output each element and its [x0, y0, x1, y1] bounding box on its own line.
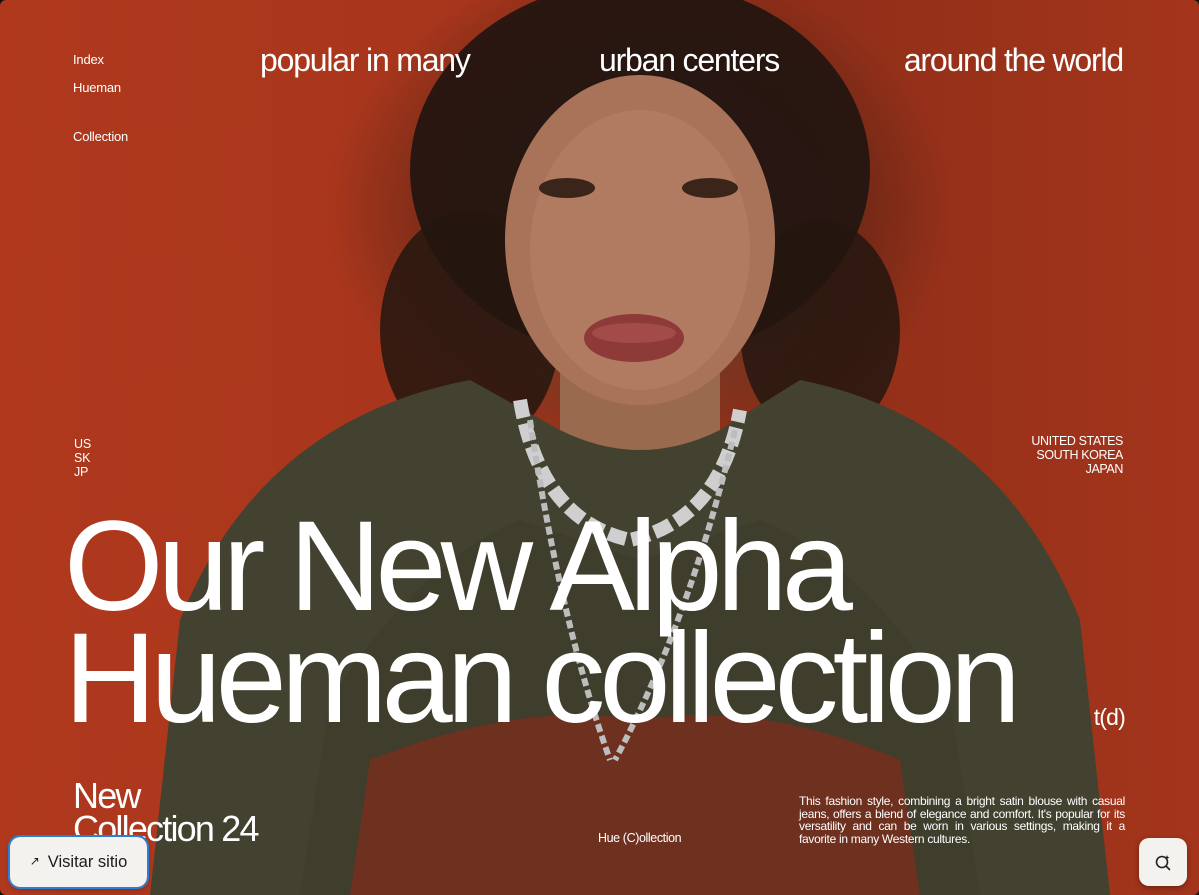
- country-name-sk: SOUTH KOREA: [1036, 448, 1123, 462]
- visit-site-button[interactable]: ↗ Visitar sitio: [8, 835, 149, 889]
- tagline-part-1: popular in many: [260, 42, 471, 78]
- country-name-jp: JAPAN: [1085, 462, 1124, 476]
- country-code-us: US: [74, 437, 91, 451]
- country-code-jp: JP: [74, 465, 89, 479]
- visit-site-label: Visitar sitio: [47, 852, 128, 871]
- description-text: This fashion style, combining a bright s…: [799, 794, 1125, 846]
- hero-photo: [150, 0, 1110, 895]
- tagline-part-3: around the world: [903, 42, 1124, 78]
- external-link-arrow-icon: ↗: [29, 854, 40, 868]
- lens-sparkle-button[interactable]: [1139, 838, 1187, 886]
- country-name-us: UNITED STATES: [1031, 434, 1123, 448]
- lens-sparkle-icon: [1155, 855, 1171, 871]
- country-names: UNITED STATES SOUTH KOREA JAPAN: [1031, 434, 1123, 476]
- footer-collection-label: Hue (C)ollection: [598, 831, 682, 845]
- badge-td: t(d): [1093, 704, 1126, 730]
- nav-index[interactable]: Index: [73, 52, 104, 67]
- nav-hueman[interactable]: Hueman: [73, 80, 121, 95]
- country-code-sk: SK: [74, 451, 91, 465]
- country-codes: US SK JP: [74, 437, 91, 479]
- tagline-part-2: urban centers: [599, 42, 780, 78]
- nav-collection[interactable]: Collection: [73, 129, 128, 144]
- hero-stage: Index Hueman Collection popular in many …: [0, 0, 1199, 895]
- headline-line-2: Hueman collection: [64, 607, 1021, 750]
